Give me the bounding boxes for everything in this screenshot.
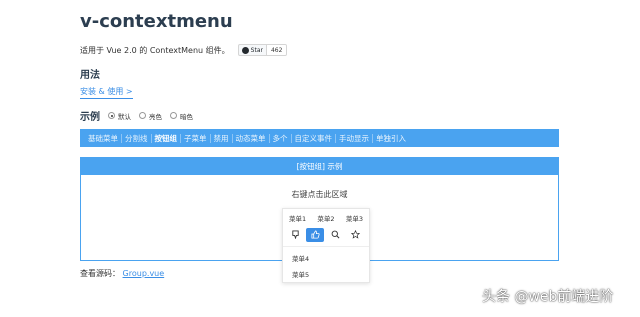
- theme-radio-light[interactable]: 亮色: [139, 111, 162, 121]
- source-line: 查看源码： Group.vue: [80, 268, 164, 279]
- page-title: v-contextmenu: [80, 11, 233, 32]
- star-count[interactable]: 462: [266, 45, 287, 55]
- tab-submenu[interactable]: 子菜单: [181, 133, 210, 144]
- radio-icon: [170, 112, 177, 119]
- tab-basic[interactable]: 基础菜单: [85, 133, 121, 144]
- description-text: 适用于 Vue 2.0 的 ContextMenu 组件。: [80, 45, 230, 55]
- search-icon: [331, 230, 339, 239]
- github-icon: [241, 46, 249, 54]
- source-label: 查看源码：: [80, 269, 120, 278]
- thumbs-up-icon: [310, 230, 320, 239]
- source-link[interactable]: Group.vue: [123, 269, 165, 278]
- tab-manual-show[interactable]: 手动显示: [336, 133, 372, 144]
- tab-standalone-import[interactable]: 单独引入: [373, 133, 409, 144]
- example-tab-bar: 基础菜单 分割线 按钮组 子菜单 禁用 动态菜单 多个 自定义事件 手动显示 单…: [80, 129, 559, 147]
- example-heading: 示例: [80, 112, 100, 123]
- menu-item-2[interactable]: 菜单2: [317, 213, 334, 226]
- tab-custom-events[interactable]: 自定义事件: [292, 133, 336, 144]
- tab-button-group[interactable]: 按钮组: [152, 133, 181, 144]
- menu-item-1[interactable]: 菜单1: [289, 213, 306, 226]
- menu-item-5[interactable]: 菜单5: [283, 266, 369, 282]
- tab-divider-menu[interactable]: 分割线: [122, 133, 151, 144]
- thumbs-up-button[interactable]: [306, 227, 324, 242]
- context-menu-divider: [283, 246, 369, 247]
- star-label: Star: [250, 46, 263, 54]
- github-button[interactable]: [286, 228, 304, 242]
- search-button[interactable]: [326, 228, 344, 242]
- radio-icon: [108, 112, 115, 119]
- theme-radio-dark[interactable]: 暗色: [170, 111, 193, 121]
- tab-dynamic-menu[interactable]: 动态菜单: [233, 133, 269, 144]
- star-icon: [350, 230, 360, 239]
- demo-hint: 右键点击此区域: [291, 190, 348, 199]
- github-star-badge[interactable]: Star 462: [237, 44, 288, 56]
- install-link[interactable]: 安装 & 使用 >: [80, 86, 133, 99]
- tab-disabled[interactable]: 禁用: [211, 133, 232, 144]
- github-icon: [291, 230, 299, 239]
- radio-icon: [139, 112, 146, 119]
- context-menu-top-group: 菜单1 菜单2 菜单3: [283, 209, 369, 226]
- context-menu-button-group: [283, 226, 369, 243]
- tab-multiple[interactable]: 多个: [270, 133, 291, 144]
- context-menu: 菜单1 菜单2 菜单3 菜单4 菜单5: [282, 208, 370, 283]
- example-heading-row: 示例 默认 亮色 暗色: [80, 108, 193, 123]
- usage-heading: 用法: [80, 70, 100, 81]
- demo-title: [按钮组] 示例: [81, 158, 558, 175]
- menu-item-3[interactable]: 菜单3: [346, 213, 363, 226]
- menu-item-4[interactable]: 菜单4: [283, 250, 369, 266]
- watermark: 头条 @web前端进阶: [482, 289, 614, 305]
- page-description: 适用于 Vue 2.0 的 ContextMenu 组件。 Star 462: [80, 44, 288, 56]
- theme-radio-default[interactable]: 默认: [108, 111, 131, 121]
- star-button[interactable]: [346, 228, 364, 242]
